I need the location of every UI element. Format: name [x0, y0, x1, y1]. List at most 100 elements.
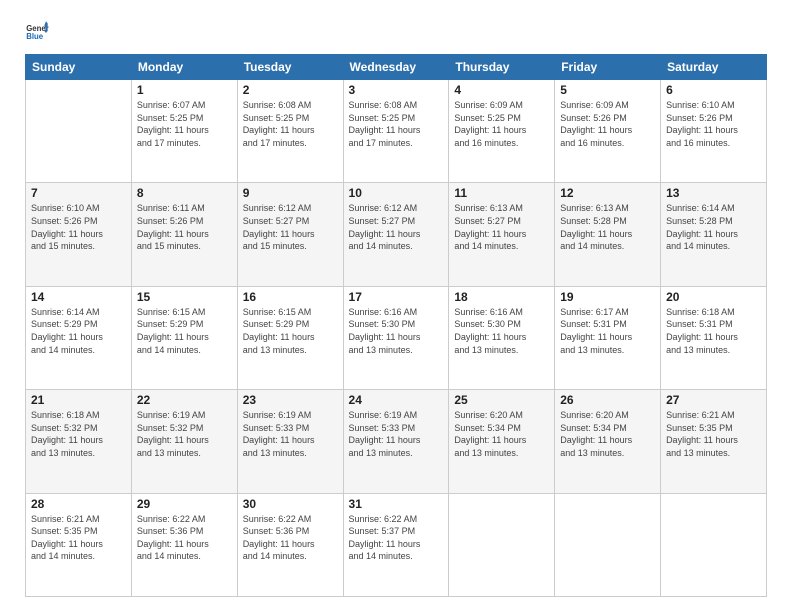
day-info: Sunrise: 6:22 AMSunset: 5:36 PMDaylight:…	[137, 513, 232, 563]
day-number: 13	[666, 186, 761, 200]
table-row: 5Sunrise: 6:09 AMSunset: 5:26 PMDaylight…	[555, 80, 661, 183]
table-row: 30Sunrise: 6:22 AMSunset: 5:36 PMDayligh…	[237, 493, 343, 596]
day-info: Sunrise: 6:13 AMSunset: 5:27 PMDaylight:…	[454, 202, 549, 252]
day-number: 17	[349, 290, 444, 304]
page: General Blue Sunday Monday Tuesday Wedne…	[0, 0, 792, 612]
calendar-week-row: 21 Sunrise: 6:18 AMSunset: 5:32 PMDayligh…	[26, 390, 767, 493]
header-thursday: Thursday	[449, 55, 555, 80]
header-saturday: Saturday	[661, 55, 767, 80]
day-number: 29	[137, 497, 232, 511]
table-row: 14 Sunrise: 6:14 AMSunset: 5:29 PMDayligh…	[26, 286, 132, 389]
table-row: 7 Sunrise: 6:10 AMSunset: 5:26 PMDaylight…	[26, 183, 132, 286]
day-info: Sunrise: 6:15 AMSunset: 5:29 PMDaylight:…	[243, 306, 338, 356]
table-row: 24 Sunrise: 6:19 AMSunset: 5:33 PMDayligh…	[343, 390, 449, 493]
calendar-week-row: 14 Sunrise: 6:14 AMSunset: 5:29 PMDayligh…	[26, 286, 767, 389]
table-row: 28 Sunrise: 6:21 AMSunset: 5:35 PMDayligh…	[26, 493, 132, 596]
day-info: Sunrise: 6:09 AMSunset: 5:25 PMDaylight:…	[454, 99, 549, 149]
day-number: 2	[243, 83, 338, 97]
table-row	[449, 493, 555, 596]
day-info: Sunrise: 6:20 AMSunset: 5:34 PMDaylight:…	[560, 409, 655, 459]
day-number: 22	[137, 393, 232, 407]
day-info: Sunrise: 6:21 AMSunset: 5:35 PMDaylight:…	[31, 513, 126, 563]
day-number: 7	[31, 186, 126, 200]
header-sunday: Sunday	[26, 55, 132, 80]
day-number: 26	[560, 393, 655, 407]
day-info: Sunrise: 6:11 AMSunset: 5:26 PMDaylight:…	[137, 202, 232, 252]
day-number: 25	[454, 393, 549, 407]
header-tuesday: Tuesday	[237, 55, 343, 80]
day-number: 27	[666, 393, 761, 407]
header: General Blue	[25, 20, 767, 44]
day-info: Sunrise: 6:17 AMSunset: 5:31 PMDaylight:…	[560, 306, 655, 356]
day-number: 11	[454, 186, 549, 200]
day-info: Sunrise: 6:18 AMSunset: 5:31 PMDaylight:…	[666, 306, 761, 356]
day-info: Sunrise: 6:14 AMSunset: 5:29 PMDaylight:…	[31, 306, 126, 356]
day-number: 9	[243, 186, 338, 200]
day-number: 28	[31, 497, 126, 511]
table-row: 22 Sunrise: 6:19 AMSunset: 5:32 PMDayligh…	[131, 390, 237, 493]
calendar-header-row: Sunday Monday Tuesday Wednesday Thursday…	[26, 55, 767, 80]
table-row: 11 Sunrise: 6:13 AMSunset: 5:27 PMDayligh…	[449, 183, 555, 286]
day-number: 19	[560, 290, 655, 304]
table-row: 10 Sunrise: 6:12 AMSunset: 5:27 PMDayligh…	[343, 183, 449, 286]
day-number: 8	[137, 186, 232, 200]
day-info: Sunrise: 6:08 AMSunset: 5:25 PMDaylight:…	[349, 99, 444, 149]
day-info: Sunrise: 6:18 AMSunset: 5:32 PMDaylight:…	[31, 409, 126, 459]
day-number: 3	[349, 83, 444, 97]
table-row: 1Sunrise: 6:07 AMSunset: 5:25 PMDaylight…	[131, 80, 237, 183]
table-row: 23 Sunrise: 6:19 AMSunset: 5:33 PMDayligh…	[237, 390, 343, 493]
day-info: Sunrise: 6:20 AMSunset: 5:34 PMDaylight:…	[454, 409, 549, 459]
table-row: 18 Sunrise: 6:16 AMSunset: 5:30 PMDayligh…	[449, 286, 555, 389]
table-row: 13 Sunrise: 6:14 AMSunset: 5:28 PMDayligh…	[661, 183, 767, 286]
day-info: Sunrise: 6:10 AMSunset: 5:26 PMDaylight:…	[31, 202, 126, 252]
table-row: 21 Sunrise: 6:18 AMSunset: 5:32 PMDayligh…	[26, 390, 132, 493]
day-number: 6	[666, 83, 761, 97]
day-number: 18	[454, 290, 549, 304]
table-row	[26, 80, 132, 183]
day-number: 12	[560, 186, 655, 200]
day-number: 10	[349, 186, 444, 200]
day-info: Sunrise: 6:19 AMSunset: 5:32 PMDaylight:…	[137, 409, 232, 459]
day-number: 21	[31, 393, 126, 407]
day-number: 24	[349, 393, 444, 407]
day-info: Sunrise: 6:14 AMSunset: 5:28 PMDaylight:…	[666, 202, 761, 252]
day-number: 5	[560, 83, 655, 97]
day-info: Sunrise: 6:19 AMSunset: 5:33 PMDaylight:…	[349, 409, 444, 459]
table-row: 4 Sunrise: 6:09 AMSunset: 5:25 PMDaylight…	[449, 80, 555, 183]
day-info: Sunrise: 6:22 AMSunset: 5:37 PMDaylight:…	[349, 513, 444, 563]
day-number: 16	[243, 290, 338, 304]
table-row: 25 Sunrise: 6:20 AMSunset: 5:34 PMDayligh…	[449, 390, 555, 493]
day-info: Sunrise: 6:21 AMSunset: 5:35 PMDaylight:…	[666, 409, 761, 459]
day-number: 1	[137, 83, 232, 97]
day-number: 15	[137, 290, 232, 304]
day-info: Sunrise: 6:19 AMSunset: 5:33 PMDaylight:…	[243, 409, 338, 459]
day-info: Sunrise: 6:16 AMSunset: 5:30 PMDaylight:…	[349, 306, 444, 356]
day-number: 4	[454, 83, 549, 97]
table-row: 29 Sunrise: 6:22 AMSunset: 5:36 PMDayligh…	[131, 493, 237, 596]
day-number: 31	[349, 497, 444, 511]
table-row: 6Sunrise: 6:10 AMSunset: 5:26 PMDaylight…	[661, 80, 767, 183]
table-row: 12Sunrise: 6:13 AMSunset: 5:28 PMDayligh…	[555, 183, 661, 286]
table-row: 27 Sunrise: 6:21 AMSunset: 5:35 PMDayligh…	[661, 390, 767, 493]
table-row: 20 Sunrise: 6:18 AMSunset: 5:31 PMDayligh…	[661, 286, 767, 389]
table-row: 8 Sunrise: 6:11 AMSunset: 5:26 PMDaylight…	[131, 183, 237, 286]
table-row: 2Sunrise: 6:08 AMSunset: 5:25 PMDaylight…	[237, 80, 343, 183]
day-number: 20	[666, 290, 761, 304]
table-row	[555, 493, 661, 596]
header-monday: Monday	[131, 55, 237, 80]
day-number: 14	[31, 290, 126, 304]
header-friday: Friday	[555, 55, 661, 80]
table-row	[661, 493, 767, 596]
svg-text:Blue: Blue	[26, 32, 44, 41]
calendar-week-row: 28 Sunrise: 6:21 AMSunset: 5:35 PMDayligh…	[26, 493, 767, 596]
day-number: 23	[243, 393, 338, 407]
day-info: Sunrise: 6:16 AMSunset: 5:30 PMDaylight:…	[454, 306, 549, 356]
table-row: 17 Sunrise: 6:16 AMSunset: 5:30 PMDayligh…	[343, 286, 449, 389]
general-blue-icon: General Blue	[25, 20, 49, 44]
table-row: 19 Sunrise: 6:17 AMSunset: 5:31 PMDayligh…	[555, 286, 661, 389]
day-info: Sunrise: 6:12 AMSunset: 5:27 PMDaylight:…	[243, 202, 338, 252]
day-info: Sunrise: 6:12 AMSunset: 5:27 PMDaylight:…	[349, 202, 444, 252]
table-row: 3 Sunrise: 6:08 AMSunset: 5:25 PMDaylight…	[343, 80, 449, 183]
table-row: 16 Sunrise: 6:15 AMSunset: 5:29 PMDayligh…	[237, 286, 343, 389]
calendar-week-row: 7 Sunrise: 6:10 AMSunset: 5:26 PMDaylight…	[26, 183, 767, 286]
